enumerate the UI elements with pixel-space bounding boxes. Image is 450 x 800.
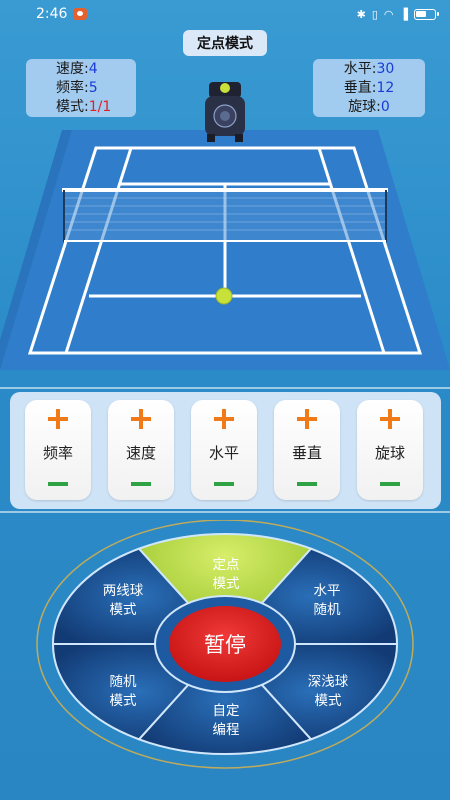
- frequency-stat: 频率:5: [56, 79, 136, 98]
- speed-value: 4: [88, 61, 98, 77]
- spin-plus-button[interactable]: [357, 406, 423, 432]
- spin-control: 旋球: [357, 400, 423, 500]
- segment-random-mode-label-2: 模式: [110, 693, 137, 709]
- mode-wheel: 暂停 定点 模式 水平 随机 深浅球 模式 自定 编程 随机 模式 两线球 模式: [36, 520, 414, 769]
- vibrate-icon: ▯: [371, 7, 378, 21]
- spin-stat: 旋球:0: [313, 98, 425, 117]
- horizontal-plus-button[interactable]: [191, 406, 257, 432]
- minus-icon: [131, 482, 151, 486]
- vertical-plus-button[interactable]: [274, 406, 340, 432]
- horizontal-label: 水平:: [343, 61, 377, 77]
- vertical-label: 垂直:: [343, 80, 377, 96]
- divider-bottom: [0, 511, 450, 513]
- speed-minus-button[interactable]: [108, 476, 174, 492]
- speed-label: 速度:: [56, 61, 89, 77]
- segment-random-mode-label-1: 随机: [110, 674, 137, 690]
- plus-icon: [48, 409, 68, 429]
- horizontal-control: 水平: [191, 400, 257, 500]
- minus-icon: [297, 482, 317, 486]
- segment-two-line-mode-label-2: 模式: [110, 602, 137, 618]
- bluetooth-icon: ✱: [356, 7, 366, 21]
- tennis-ball-icon: [215, 287, 233, 305]
- spin-control-label: 旋球: [374, 444, 405, 462]
- frequency-label: 频率:: [56, 80, 89, 96]
- vertical-control-label: 垂直: [291, 444, 322, 462]
- signal-icon: ▐: [399, 7, 408, 21]
- wifi-icon: ◠: [383, 7, 394, 21]
- tennis-net: [62, 188, 388, 242]
- segment-depth-mode-label-2: 模式: [315, 693, 342, 709]
- vertical-control: 垂直: [274, 400, 340, 500]
- speed-control-label: 速度: [125, 444, 156, 462]
- vertical-minus-button[interactable]: [274, 476, 340, 492]
- tennis-court[interactable]: [0, 130, 450, 375]
- frequency-control: 频率: [25, 400, 91, 500]
- frequency-control-label: 频率: [42, 444, 73, 462]
- mode-label: 模式:: [56, 99, 89, 115]
- spin-value: 0: [380, 99, 390, 115]
- mode-value: 1/1: [88, 99, 112, 115]
- horizontal-minus-button[interactable]: [191, 476, 257, 492]
- minus-icon: [380, 482, 400, 486]
- plus-icon: [214, 409, 234, 429]
- horizontal-value: 30: [376, 61, 395, 77]
- horizontal-control-label: 水平: [208, 444, 239, 462]
- horizontal-stat: 水平:30: [313, 60, 425, 79]
- segment-horizontal-random-label-2: 随机: [314, 602, 341, 618]
- minus-icon: [214, 482, 234, 486]
- segment-two-line-mode-label-1: 两线球: [103, 583, 144, 599]
- mode-stat: 模式:1/1: [56, 98, 136, 117]
- segment-fixed-point-label-2: 模式: [213, 576, 240, 592]
- spin-label: 旋球:: [348, 99, 381, 115]
- status-time: 2:46: [36, 6, 68, 22]
- battery-icon: [414, 8, 439, 20]
- right-stats-panel: 水平:30 垂直:12 旋球:0: [313, 59, 425, 117]
- pause-button-label: 暂停: [204, 633, 246, 657]
- spin-minus-button[interactable]: [357, 476, 423, 492]
- notification-app-icon: [73, 8, 88, 20]
- speed-plus-button[interactable]: [108, 406, 174, 432]
- plus-icon: [297, 409, 317, 429]
- speed-stat: 速度:4: [56, 60, 136, 79]
- segment-custom-program-label-2: 编程: [213, 722, 240, 738]
- segment-horizontal-random-label-1: 水平: [314, 583, 341, 599]
- adjustment-panel: 频率 速度 水平 垂直 旋球: [10, 392, 441, 509]
- left-stats-panel: 速度:4 频率:5 模式:1/1: [26, 59, 136, 117]
- ball-machine-icon: [205, 82, 245, 142]
- frequency-minus-button[interactable]: [25, 476, 91, 492]
- frequency-value: 5: [88, 80, 98, 96]
- divider-top: [0, 387, 450, 389]
- minus-icon: [48, 482, 68, 486]
- plus-icon: [131, 409, 151, 429]
- vertical-value: 12: [376, 80, 395, 96]
- status-bar: 2:46 ✱ ▯ ◠ ▐: [0, 0, 450, 28]
- vertical-stat: 垂直:12: [313, 79, 425, 98]
- plus-icon: [380, 409, 400, 429]
- speed-control: 速度: [108, 400, 174, 500]
- mode-title: 定点模式: [183, 30, 267, 56]
- frequency-plus-button[interactable]: [25, 406, 91, 432]
- segment-custom-program-label-1: 自定: [213, 703, 240, 719]
- segment-fixed-point-label-1: 定点: [213, 557, 240, 573]
- segment-depth-mode-label-1: 深浅球: [308, 674, 349, 690]
